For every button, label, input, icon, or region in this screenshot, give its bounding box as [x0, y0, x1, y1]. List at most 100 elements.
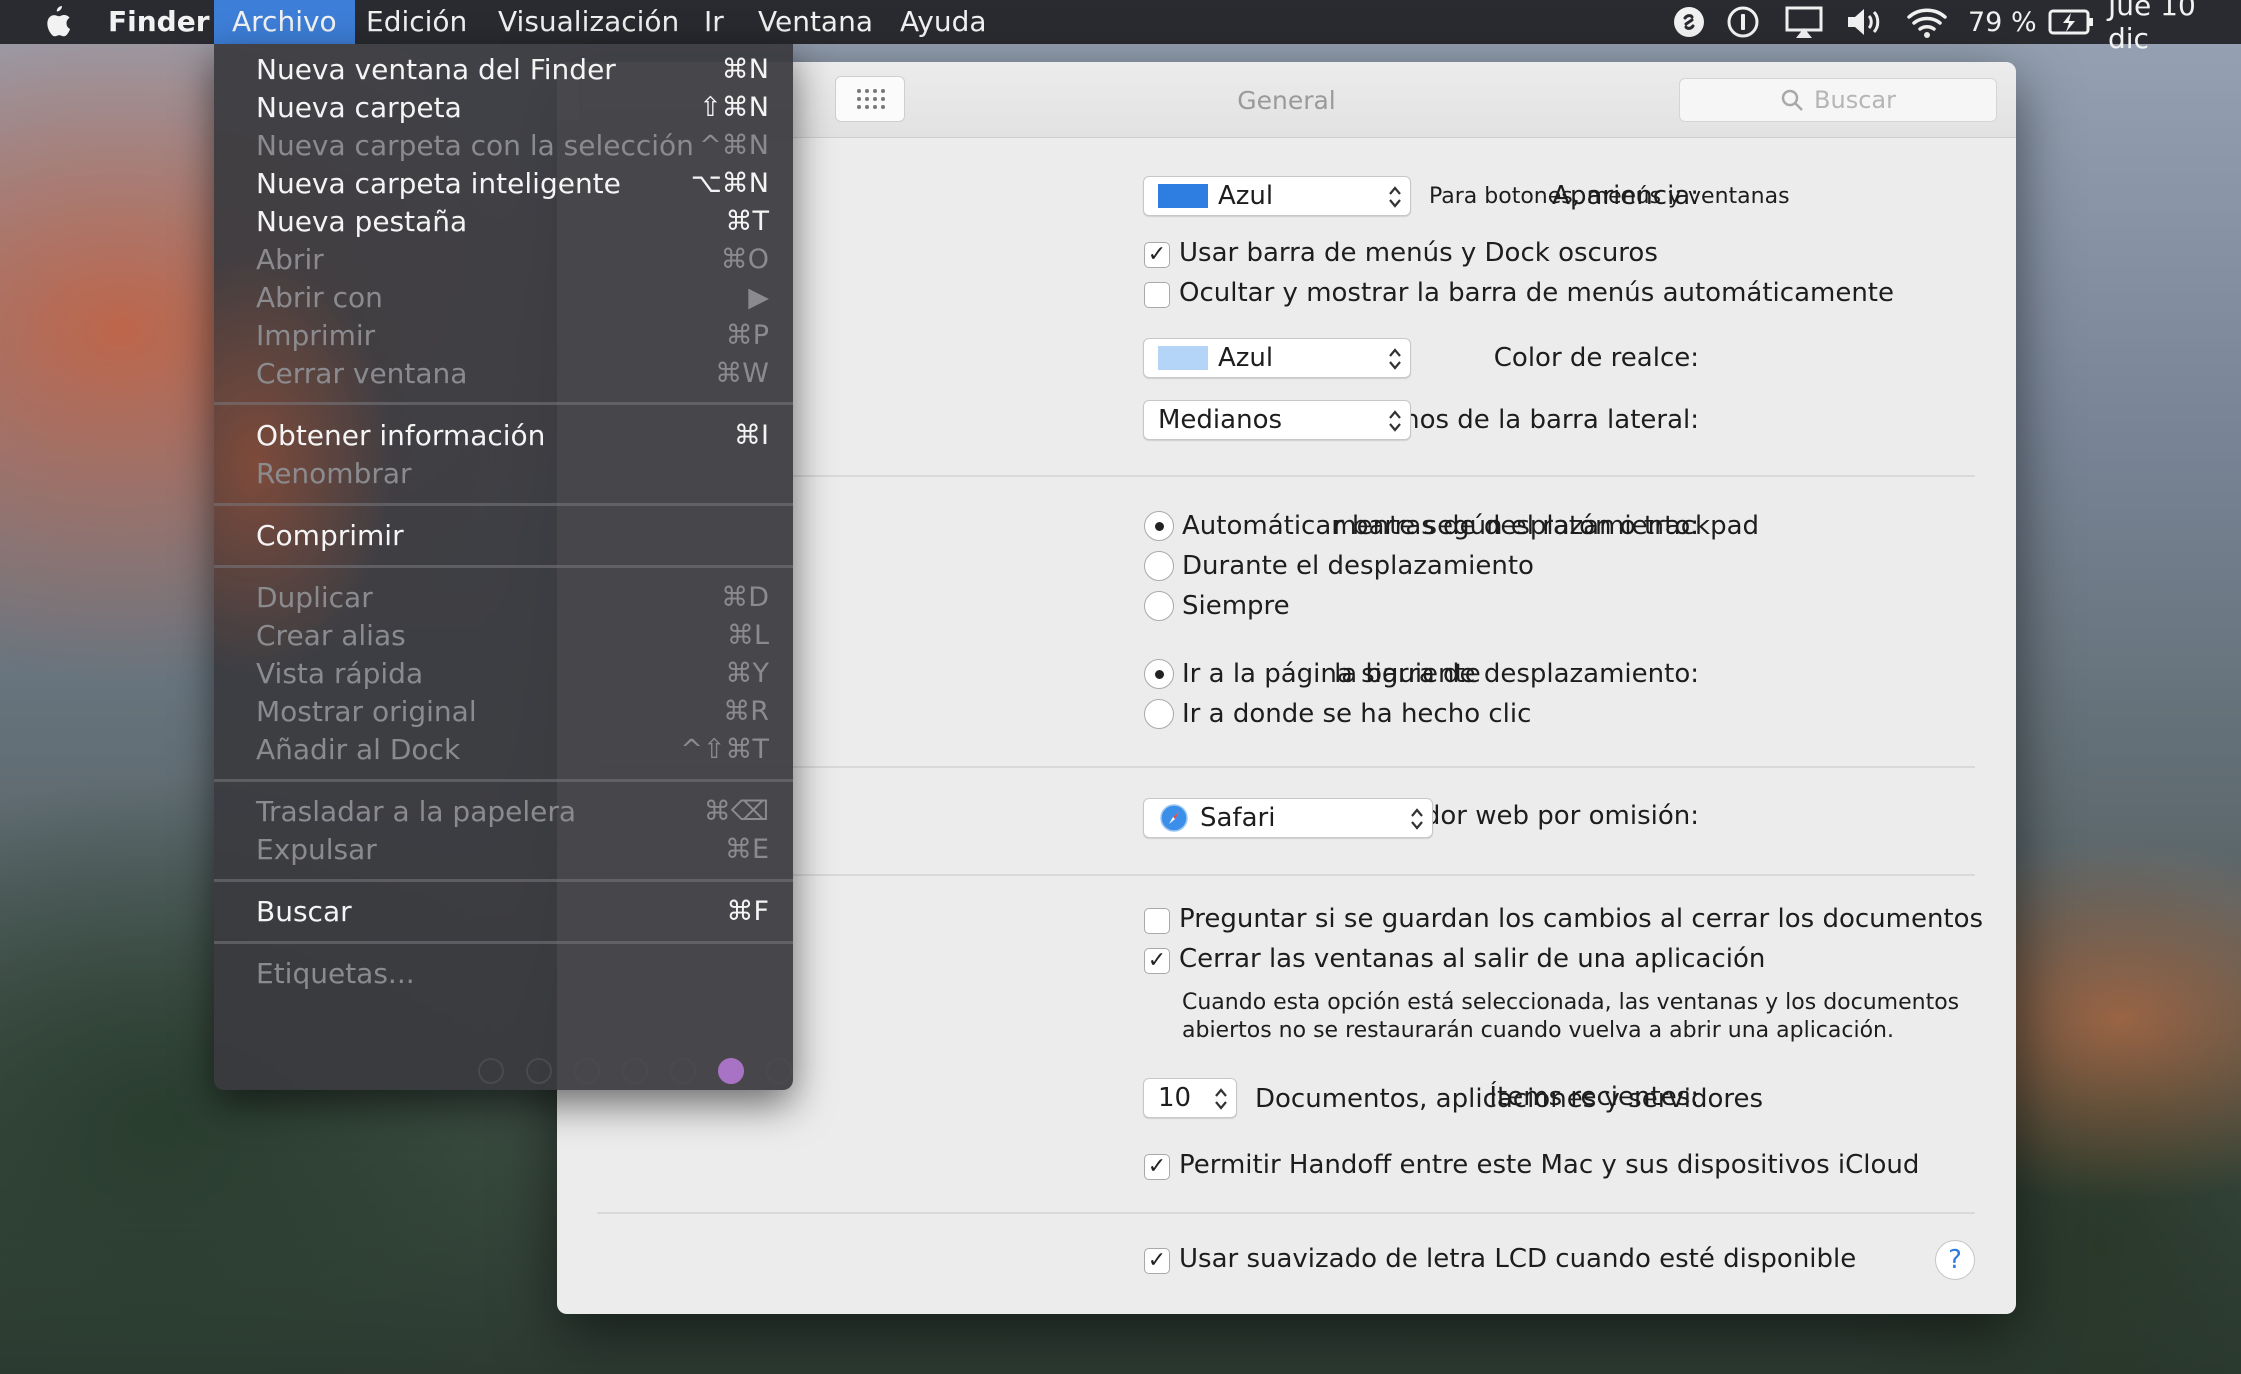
- menu-item-new-finder-window[interactable]: Nueva ventana del Finder ⌘N: [214, 51, 793, 89]
- menu-item-find[interactable]: Buscar ⌘F: [214, 893, 793, 931]
- battery-charging-icon[interactable]: [2048, 0, 2096, 44]
- menu-separator: [214, 879, 793, 882]
- menu-separator: [214, 565, 793, 568]
- menu-item-quick-look[interactable]: Vista rápida ⌘Y: [214, 655, 793, 693]
- dark-menu-checkbox[interactable]: ✓: [1144, 242, 1170, 268]
- appearance-popup[interactable]: Azul: [1143, 176, 1411, 216]
- menu-item-move-to-trash[interactable]: Trasladar a la papelera ⌘⌫: [214, 793, 793, 831]
- sidebar-icons-popup[interactable]: Medianos: [1143, 400, 1411, 440]
- scroll-next-page-radio[interactable]: [1144, 659, 1174, 689]
- menu-item-new-folder-with-selection[interactable]: Nueva carpeta con la selección ^⌘N: [214, 127, 793, 165]
- appearance-swatch: [1158, 184, 1208, 208]
- search-placeholder: Buscar: [1814, 86, 1896, 114]
- popup-arrows-icon: [1389, 410, 1401, 432]
- scroll-next-page-label: Ir a la página siguiente: [1182, 659, 1481, 689]
- close-windows-label: Cerrar las ventanas al salir de una apli…: [1179, 944, 1766, 974]
- menu-clock[interactable]: Jue 10 dic: [2108, 0, 2241, 55]
- wifi-icon[interactable]: [1906, 0, 1948, 44]
- browser-popup[interactable]: Safari: [1143, 798, 1433, 838]
- close-windows-checkbox[interactable]: ✓: [1144, 948, 1170, 974]
- scroll-clicked-spot-radio[interactable]: [1144, 699, 1174, 729]
- scroll-clicked-spot-label: Ir a donde se ha hecho clic: [1182, 699, 1532, 729]
- tag-color-dot-purple[interactable]: [718, 1058, 744, 1084]
- browser-value: Safari: [1200, 803, 1276, 833]
- menu-edicion[interactable]: Edición: [348, 0, 485, 44]
- recent-items-hint: Documentos, aplicaciones y servidores: [1255, 1084, 1764, 1114]
- sidebar-icons-value: Medianos: [1158, 405, 1283, 435]
- popup-arrows-icon: [1389, 186, 1401, 208]
- menu-item-print[interactable]: Imprimir ⌘P: [214, 317, 793, 355]
- scrollbars-always-radio[interactable]: [1144, 591, 1174, 621]
- recent-items-value: 10: [1158, 1083, 1192, 1113]
- volume-icon[interactable]: [1844, 0, 1884, 44]
- menu-item-compress[interactable]: Comprimir: [214, 517, 793, 555]
- menu-item-new-tab[interactable]: Nueva pestaña ⌘T: [214, 203, 793, 241]
- scrollbars-scrolling-label: Durante el desplazamiento: [1182, 551, 1534, 581]
- menu-ayuda[interactable]: Ayuda: [882, 0, 1005, 44]
- separator: [597, 475, 1975, 477]
- search-icon: [1781, 89, 1803, 111]
- separator: [597, 1212, 1975, 1214]
- tag-color-dot[interactable]: [574, 1058, 600, 1084]
- password-icon[interactable]: [1726, 0, 1760, 44]
- close-windows-note-2: abiertos no se restaurarán cuando vuelva…: [1182, 1018, 1894, 1043]
- menu-finder[interactable]: Finder: [90, 0, 228, 44]
- tag-color-dot[interactable]: [622, 1058, 648, 1084]
- menu-ventana[interactable]: Ventana: [740, 0, 891, 44]
- separator: [597, 874, 1975, 876]
- handoff-label: Permitir Handoff entre este Mac y sus di…: [1179, 1150, 1920, 1180]
- tag-color-dot[interactable]: [478, 1058, 504, 1084]
- safari-icon: [1160, 804, 1188, 832]
- menu-separator: [214, 402, 793, 405]
- menu-separator: [214, 779, 793, 782]
- menu-archivo[interactable]: Archivo: [214, 0, 355, 44]
- ask-save-checkbox[interactable]: [1144, 908, 1170, 934]
- sidebar-icons-label: Iconos de la barra lateral:: [1365, 405, 1699, 435]
- tag-color-dot[interactable]: [766, 1058, 792, 1084]
- menu-item-make-alias[interactable]: Crear alias ⌘L: [214, 617, 793, 655]
- popup-arrows-icon: [1389, 348, 1401, 370]
- appearance-hint: Para botones, menús y ventanas: [1429, 184, 1790, 209]
- close-windows-note-1: Cuando esta opción está seleccionada, la…: [1182, 990, 1960, 1015]
- menu-item-open[interactable]: Abrir ⌘O: [214, 241, 793, 279]
- menu-item-get-info[interactable]: Obtener información ⌘I: [214, 417, 793, 455]
- menu-item-new-smart-folder[interactable]: Nueva carpeta inteligente ⌥⌘N: [214, 165, 793, 203]
- lcd-smoothing-checkbox[interactable]: ✓: [1144, 1248, 1170, 1274]
- airplay-icon[interactable]: [1784, 0, 1824, 44]
- scrollbars-auto-radio[interactable]: [1144, 511, 1174, 541]
- menu-item-eject[interactable]: Expulsar ⌘E: [214, 831, 793, 869]
- scrollbars-scrolling-radio[interactable]: [1144, 551, 1174, 581]
- help-button[interactable]: ?: [1935, 1240, 1975, 1280]
- menu-item-rename[interactable]: Renombrar: [214, 455, 793, 493]
- menu-item-open-with[interactable]: Abrir con ▶: [214, 279, 793, 317]
- recent-items-popup[interactable]: 10: [1143, 1078, 1237, 1118]
- separator: [597, 766, 1975, 768]
- menu-item-tags[interactable]: Etiquetas...: [214, 955, 793, 993]
- highlight-value: Azul: [1218, 343, 1274, 373]
- lcd-smoothing-label: Usar suavizado de letra LCD cuando esté …: [1179, 1244, 1857, 1274]
- menu-item-new-folder[interactable]: Nueva carpeta ⇧⌘N: [214, 89, 793, 127]
- menu-ir[interactable]: Ir: [686, 0, 742, 44]
- menu-visualizacion[interactable]: Visualización: [480, 0, 697, 44]
- menu-item-add-to-dock[interactable]: Añadir al Dock ^⇧⌘T: [214, 731, 793, 769]
- apple-icon[interactable]: [40, 4, 72, 40]
- menu-separator: [214, 503, 793, 506]
- popup-arrows-icon: [1411, 808, 1423, 830]
- tag-color-dot[interactable]: [526, 1058, 552, 1084]
- menu-separator: [214, 941, 793, 944]
- menu-item-close-window[interactable]: Cerrar ventana ⌘W: [214, 355, 793, 393]
- menu-item-duplicate[interactable]: Duplicar ⌘D: [214, 579, 793, 617]
- autohide-menu-checkbox[interactable]: [1144, 282, 1170, 308]
- appearance-value: Azul: [1218, 181, 1274, 211]
- popup-arrows-icon: [1215, 1088, 1227, 1110]
- tag-color-dot[interactable]: [670, 1058, 696, 1084]
- autohide-menu-label: Ocultar y mostrar la barra de menús auto…: [1179, 278, 1894, 308]
- dark-menu-label: Usar barra de menús y Dock oscuros: [1179, 238, 1658, 268]
- shazam-icon[interactable]: [1672, 0, 1706, 44]
- menu-item-show-original[interactable]: Mostrar original ⌘R: [214, 693, 793, 731]
- search-input[interactable]: Buscar: [1679, 78, 1997, 122]
- highlight-popup[interactable]: Azul: [1143, 338, 1411, 378]
- scrollbars-auto-label: Automáticamente según el ratón o trackpa…: [1182, 511, 1760, 541]
- archivo-menu: Nueva ventana del Finder ⌘N Nueva carpeta…: [214, 44, 793, 1090]
- handoff-checkbox[interactable]: ✓: [1144, 1154, 1170, 1180]
